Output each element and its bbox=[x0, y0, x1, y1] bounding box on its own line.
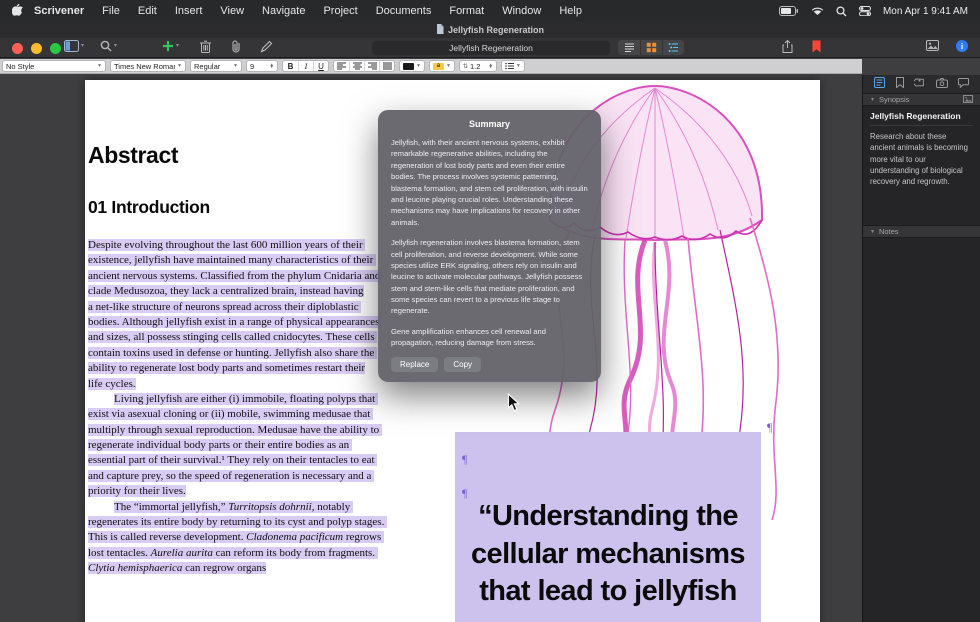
menu-item-navigate[interactable]: Navigate bbox=[253, 5, 314, 17]
wifi-icon[interactable] bbox=[811, 6, 824, 16]
synopsis-body[interactable]: Research about these ancient animals is … bbox=[870, 126, 973, 187]
text-color-swatch bbox=[403, 63, 414, 70]
view-mode-segmented-control bbox=[618, 40, 684, 55]
style-dropdown[interactable]: No Style▼ bbox=[2, 60, 106, 72]
close-window-button[interactable] bbox=[12, 43, 23, 54]
pilcrow-mark: ¶ bbox=[462, 486, 467, 501]
align-right-button[interactable] bbox=[364, 61, 379, 71]
summary-popup-title: Summary bbox=[378, 110, 601, 137]
menu-item-format[interactable]: Format bbox=[440, 5, 493, 17]
heading-abstract: Abstract bbox=[88, 142, 178, 169]
document-icon bbox=[436, 24, 444, 36]
line-spacing-control[interactable]: ⇅ 1.2 ▲▼ bbox=[459, 60, 497, 72]
heading-introduction: 01 Introduction bbox=[88, 197, 210, 218]
text-color-well[interactable]: ▼ bbox=[399, 60, 425, 72]
document-body-text[interactable]: Despite evolving throughout the last 600… bbox=[88, 238, 388, 577]
list-style-control[interactable]: ▼ bbox=[501, 60, 525, 72]
highlight-color-swatch: a bbox=[433, 63, 444, 70]
menu-item-file[interactable]: File bbox=[93, 5, 129, 17]
corkboard-view-button[interactable] bbox=[640, 40, 662, 55]
outline-view-button[interactable] bbox=[662, 40, 684, 55]
menu-item-help[interactable]: Help bbox=[550, 5, 591, 17]
menu-item-insert[interactable]: Insert bbox=[166, 5, 212, 17]
toolbar: ▾ ▾ ▾ Jellyfish Regeneration i bbox=[0, 38, 980, 58]
notes-tab-icon[interactable] bbox=[874, 75, 885, 93]
synopsis-card[interactable]: Jellyfish Regeneration Research about th… bbox=[863, 106, 980, 192]
bookmarks-tab-icon[interactable] bbox=[896, 75, 904, 93]
binder-toggle-button[interactable]: ▾ bbox=[64, 40, 84, 52]
media-button[interactable] bbox=[926, 40, 939, 51]
battery-icon[interactable] bbox=[779, 6, 799, 16]
menubar-clock[interactable]: Mon Apr 1 9:41 AM bbox=[883, 6, 968, 17]
window-title-bar: Jellyfish Regeneration bbox=[0, 22, 980, 38]
bold-button[interactable]: B bbox=[283, 61, 298, 71]
notes-section-header[interactable]: ▼ Notes bbox=[863, 225, 980, 238]
window-controls bbox=[12, 43, 61, 54]
paragraph: Living jellyfish are either (i) immobile… bbox=[88, 392, 388, 500]
menu-item-window[interactable]: Window bbox=[493, 5, 550, 17]
inspector-tab-bar bbox=[863, 75, 980, 93]
highlight-color-well[interactable]: a▼ bbox=[429, 60, 455, 72]
chevron-down-icon: ▼ bbox=[870, 97, 875, 103]
format-bar: No Style▼ Times New Roman▼ Regular▼ 9 ▲▼… bbox=[0, 59, 862, 74]
font-size-stepper[interactable]: 9 ▲▼ bbox=[246, 60, 278, 72]
font-dropdown[interactable]: Times New Roman▼ bbox=[110, 60, 186, 72]
add-item-button[interactable]: ▾ bbox=[162, 40, 179, 52]
alignment-group bbox=[333, 60, 395, 72]
paragraph: Despite evolving throughout the last 600… bbox=[88, 238, 388, 392]
comments-tab-icon[interactable] bbox=[958, 75, 969, 93]
underline-button[interactable]: U bbox=[313, 61, 328, 71]
paragraph: The “immortal jellyfish,” Turritopsis do… bbox=[88, 500, 388, 577]
synopsis-section-header[interactable]: ▼ Synopsis bbox=[863, 93, 980, 106]
chevron-down-icon: ▼ bbox=[870, 229, 875, 235]
font-variant-dropdown[interactable]: Regular▼ bbox=[190, 60, 242, 72]
summary-popup-body: Jellyfish, with their ancient nervous sy… bbox=[378, 137, 601, 349]
apple-menu-icon[interactable] bbox=[12, 3, 23, 19]
spotlight-search-icon[interactable] bbox=[836, 6, 847, 17]
menu-item-view[interactable]: View bbox=[211, 5, 253, 17]
inspector-info-button[interactable]: i bbox=[956, 40, 968, 52]
notes-header-label: Notes bbox=[879, 227, 899, 236]
attach-button[interactable] bbox=[231, 40, 241, 53]
paragraph: Jellyfish regeneration involves blastema… bbox=[391, 237, 588, 317]
trash-button[interactable] bbox=[200, 40, 211, 53]
control-center-icon[interactable] bbox=[859, 6, 871, 16]
share-button[interactable] bbox=[782, 40, 793, 53]
search-button[interactable]: ▾ bbox=[100, 40, 117, 52]
info-icon: i bbox=[956, 40, 968, 52]
synopsis-header-label: Synopsis bbox=[879, 95, 909, 104]
mouse-cursor bbox=[507, 393, 521, 417]
pilcrow-mark: ¶ bbox=[767, 420, 772, 435]
pull-quote-block[interactable]: “Understanding the cellular mechanisms t… bbox=[455, 432, 761, 622]
summary-popup: Summary Jellyfish, with their ancient ne… bbox=[378, 110, 601, 382]
synopsis-title: Jellyfish Regeneration bbox=[870, 111, 973, 126]
paragraph: Jellyfish, with their ancient nervous sy… bbox=[391, 137, 588, 228]
window-title: Jellyfish Regeneration bbox=[448, 25, 544, 35]
document-title-field[interactable]: Jellyfish Regeneration bbox=[372, 41, 610, 55]
metadata-tab-icon[interactable] bbox=[914, 75, 925, 93]
align-left-button[interactable] bbox=[334, 61, 349, 71]
align-center-button[interactable] bbox=[349, 61, 364, 71]
inspector-panel: ▼ Synopsis Jellyfish Regeneration Resear… bbox=[862, 75, 980, 622]
menu-bar: Scrivener File Edit Insert View Navigate… bbox=[0, 0, 980, 22]
replace-button[interactable]: Replace bbox=[391, 357, 438, 372]
paragraph: Gene amplification enhances cell renewal… bbox=[391, 326, 588, 349]
text-style-group: B I U bbox=[282, 60, 329, 72]
align-justify-button[interactable] bbox=[379, 61, 394, 71]
compose-button[interactable] bbox=[260, 40, 273, 53]
menu-item-project[interactable]: Project bbox=[314, 5, 366, 17]
zoom-window-button[interactable] bbox=[50, 43, 61, 54]
bookmark-button[interactable] bbox=[812, 40, 821, 53]
synopsis-image-icon[interactable] bbox=[963, 95, 973, 105]
document-view-button[interactable] bbox=[618, 40, 640, 55]
pull-quote-text: “Understanding the cellular mechanisms t… bbox=[455, 432, 761, 611]
menu-item-scrivener[interactable]: Scrivener bbox=[25, 5, 93, 17]
snapshots-tab-icon[interactable] bbox=[936, 75, 948, 93]
menu-item-documents[interactable]: Documents bbox=[367, 5, 441, 17]
copy-button[interactable]: Copy bbox=[444, 357, 481, 372]
minimize-window-button[interactable] bbox=[31, 43, 42, 54]
menu-item-edit[interactable]: Edit bbox=[129, 5, 166, 17]
italic-button[interactable]: I bbox=[298, 61, 313, 71]
pilcrow-mark: ¶ bbox=[462, 452, 467, 467]
